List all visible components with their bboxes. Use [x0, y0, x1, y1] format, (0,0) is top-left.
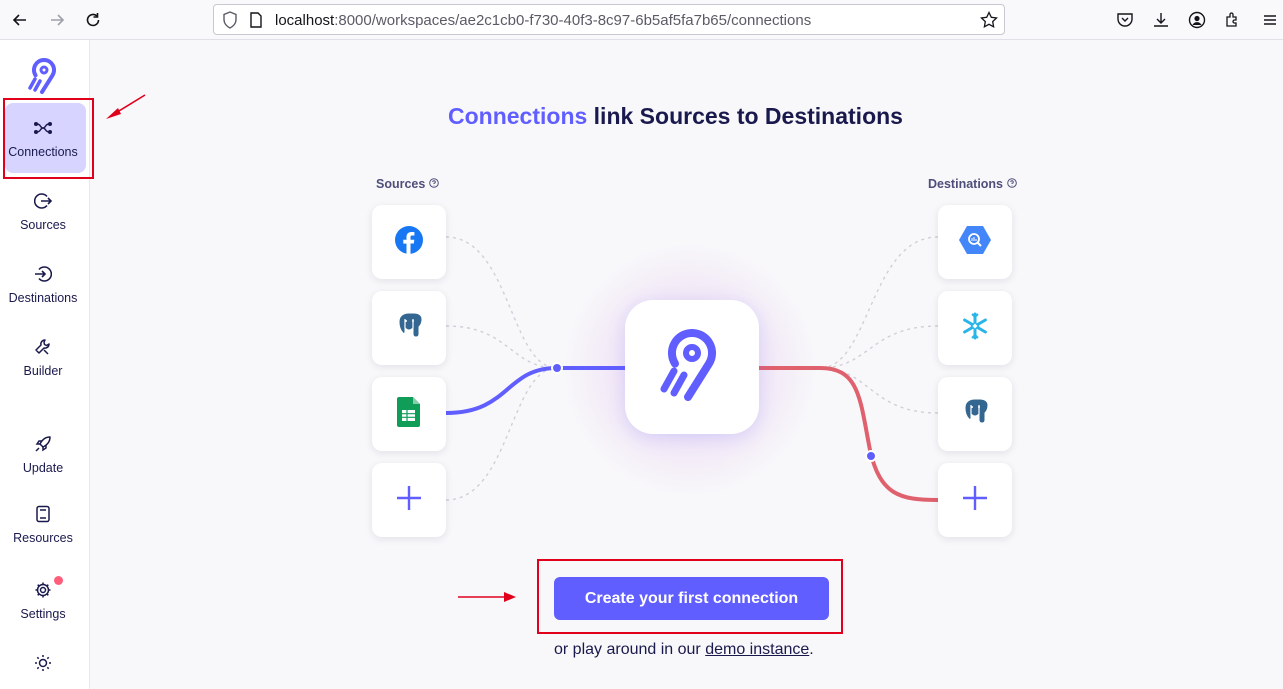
airbyte-logo-icon: [656, 327, 728, 408]
source-connection-line: [445, 366, 626, 415]
source-card-postgres[interactable]: [372, 291, 446, 365]
add-source-button[interactable]: [372, 463, 446, 537]
snowflake-icon: [960, 311, 990, 346]
source-card-facebook[interactable]: [372, 205, 446, 279]
annotation-arrow-sidebar: [106, 94, 146, 119]
plus-icon: [396, 485, 422, 516]
destination-connection-line: [759, 366, 939, 502]
destinations-column-label: Destinations: [928, 177, 1017, 191]
sources-column-label: Sources: [376, 177, 440, 191]
add-destination-button[interactable]: [938, 463, 1012, 537]
destination-card-bigquery[interactable]: [938, 205, 1012, 279]
demo-instance-link[interactable]: demo instance: [705, 641, 809, 658]
airbyte-center-logo: [625, 300, 759, 434]
destination-junction-dot: [865, 450, 877, 462]
create-first-connection-button[interactable]: Create your first connection: [554, 577, 829, 620]
postgres-icon: [960, 396, 990, 433]
destination-card-postgres[interactable]: [938, 377, 1012, 451]
demo-instance-line: or play around in our demo instance.: [554, 641, 814, 658]
facebook-icon: [394, 225, 424, 260]
page-headline: Connections link Sources to Destinations: [448, 103, 903, 129]
destination-dotted-lines: [819, 236, 939, 414]
info-icon[interactable]: [1007, 177, 1017, 191]
source-junction-dot: [551, 362, 563, 374]
plus-icon: [962, 485, 988, 516]
annotation-arrow-cta: [458, 592, 516, 602]
bigquery-icon: [958, 225, 992, 260]
destination-card-snowflake[interactable]: [938, 291, 1012, 365]
postgres-icon: [394, 310, 424, 347]
source-card-google-sheets[interactable]: [372, 377, 446, 451]
google-sheets-icon: [397, 396, 421, 433]
info-icon[interactable]: [429, 177, 440, 191]
